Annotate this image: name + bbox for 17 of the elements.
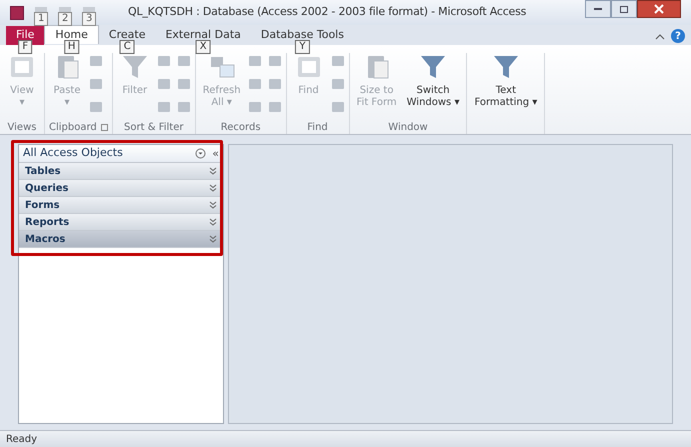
group-label: Find <box>307 120 328 134</box>
group-label: Clipboard <box>49 120 97 134</box>
keytip-tooltip: X <box>196 40 211 54</box>
group-label: Window <box>388 120 428 134</box>
keytip-tooltip: F <box>18 40 32 54</box>
keytip-tooltip: C <box>120 40 135 54</box>
keytip-tooltip: 3 <box>82 12 96 26</box>
status-text: Ready <box>6 432 38 446</box>
group-label: Sort & Filter <box>124 120 184 134</box>
group-label: Views <box>8 120 36 134</box>
pane-title: All Access Objects <box>23 145 123 162</box>
window-title: QL_KQTSDH : Database (Access 2002 - 2003 file format) - Microsoft Access <box>128 4 526 20</box>
keytip-tooltip: H <box>64 40 80 54</box>
keytip-tooltip: Y <box>295 40 310 54</box>
keytip-tooltip: 1 <box>34 12 48 26</box>
group-label: Records <box>220 120 261 134</box>
keytip-tooltip: 2 <box>58 12 72 26</box>
